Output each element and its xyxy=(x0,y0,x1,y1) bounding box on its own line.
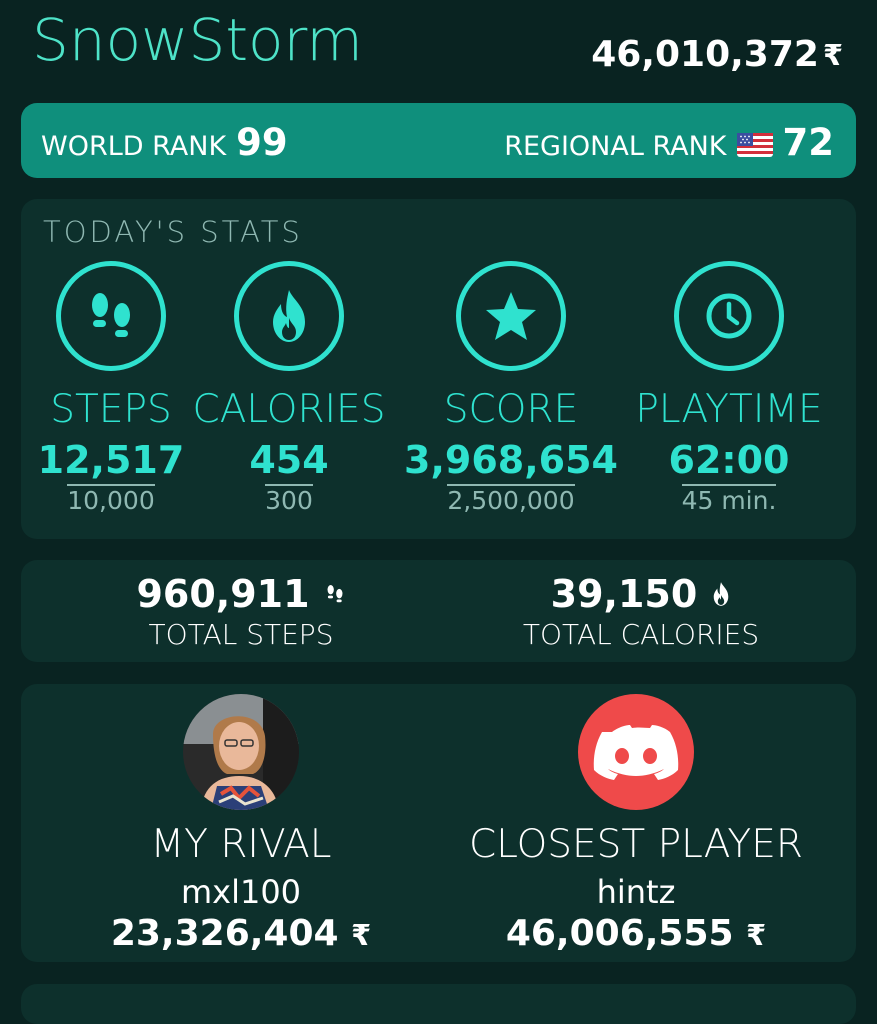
rival-card[interactable]: MY RIVAL mxl100 23,326,404 ₹ xyxy=(101,694,381,954)
world-rank-value: 99 xyxy=(236,121,288,164)
clock-icon xyxy=(706,293,752,339)
total-calories-label: TOTAL CALORIES xyxy=(522,618,760,651)
stat-calories[interactable]: CALORIES 454 300 xyxy=(189,261,389,515)
us-flag-icon xyxy=(736,133,773,157)
regional-rank-value: 72 xyxy=(782,121,835,164)
coin-balance-value: 46,010,372 xyxy=(591,34,819,75)
steps-value: 12,517 xyxy=(37,438,185,482)
footsteps-icon xyxy=(92,293,130,337)
total-steps-value: 960,911 xyxy=(136,572,310,616)
closest-player-card[interactable]: CLOSEST PLAYER hintz 46,006,555 ₹ xyxy=(451,694,821,954)
steps-goal: 10,000 xyxy=(67,484,155,515)
flame-icon xyxy=(714,582,729,606)
total-calories: 39,150 TOTAL CALORIES xyxy=(481,572,801,651)
total-calories-value: 39,150 xyxy=(550,572,698,616)
stat-steps[interactable]: STEPS 12,517 10,000 xyxy=(29,261,193,515)
totals-panel: 960,911 TOTAL STEPS 39,150 TOTAL CALORIE… xyxy=(21,560,856,662)
username-title: SnowStorm xyxy=(32,6,363,74)
steps-circle xyxy=(56,261,166,371)
stat-score[interactable]: SCORE 3,968,654 2,500,000 xyxy=(401,261,621,515)
score-value: 3,968,654 xyxy=(404,438,618,482)
score-circle xyxy=(456,261,566,371)
rival-score-value: 23,326,404 xyxy=(110,913,339,954)
calories-label: CALORIES xyxy=(192,387,386,432)
regional-rank: REGIONAL RANK 72 xyxy=(504,121,834,164)
total-steps: 960,911 TOTAL STEPS xyxy=(91,572,391,651)
next-panel xyxy=(21,984,856,1024)
star-icon xyxy=(486,292,536,340)
rank-bar[interactable]: WORLD RANK 99 REGIONAL RANK 72 xyxy=(21,103,856,178)
rival-avatar[interactable] xyxy=(183,694,299,810)
rival-name: mxl100 xyxy=(180,873,302,911)
steps-label: STEPS xyxy=(50,387,172,432)
calories-circle xyxy=(234,261,344,371)
regional-rank-label: REGIONAL RANK xyxy=(504,131,727,162)
total-steps-label: TOTAL STEPS xyxy=(148,618,334,651)
world-rank-label: WORLD RANK xyxy=(41,131,227,162)
flame-icon xyxy=(273,290,305,342)
coin-icon: ₹ xyxy=(351,918,372,952)
todays-stats-title: TODAY'S STATS xyxy=(43,215,303,249)
coin-icon: ₹ xyxy=(746,918,767,952)
footsteps-icon xyxy=(327,584,342,603)
todays-stats-panel: TODAY'S STATS STEPS 12,517 10,000 CALORI… xyxy=(21,199,856,539)
score-goal: 2,500,000 xyxy=(447,484,575,515)
playtime-goal: 45 min. xyxy=(681,484,777,515)
players-panel: MY RIVAL mxl100 23,326,404 ₹ CLOSEST PLA… xyxy=(21,684,856,962)
closest-player-name: hintz xyxy=(596,873,676,911)
closest-player-score: 46,006,555 ₹ xyxy=(451,913,821,954)
total-calories-row: 39,150 xyxy=(481,572,801,616)
closest-player-title: CLOSEST PLAYER xyxy=(469,822,803,867)
score-label: SCORE xyxy=(443,387,579,432)
closest-player-avatar[interactable] xyxy=(578,694,694,810)
total-steps-row: 960,911 xyxy=(91,572,391,616)
stat-playtime[interactable]: PLAYTIME 62:00 45 min. xyxy=(629,261,829,515)
coin-icon: ₹ xyxy=(822,37,843,72)
calories-goal: 300 xyxy=(265,484,313,515)
calories-value: 454 xyxy=(249,438,329,482)
playtime-value: 62:00 xyxy=(668,438,790,482)
coin-balance: 46,010,372 ₹ xyxy=(591,34,843,75)
rival-score: 23,326,404 ₹ xyxy=(101,913,381,954)
closest-player-score-value: 46,006,555 xyxy=(505,913,734,954)
world-rank: WORLD RANK 99 xyxy=(41,121,288,164)
rival-avatar-image xyxy=(183,694,299,810)
rival-title: MY RIVAL xyxy=(150,822,332,867)
discord-icon xyxy=(593,725,679,780)
playtime-label: PLAYTIME xyxy=(635,387,823,432)
playtime-circle xyxy=(674,261,784,371)
